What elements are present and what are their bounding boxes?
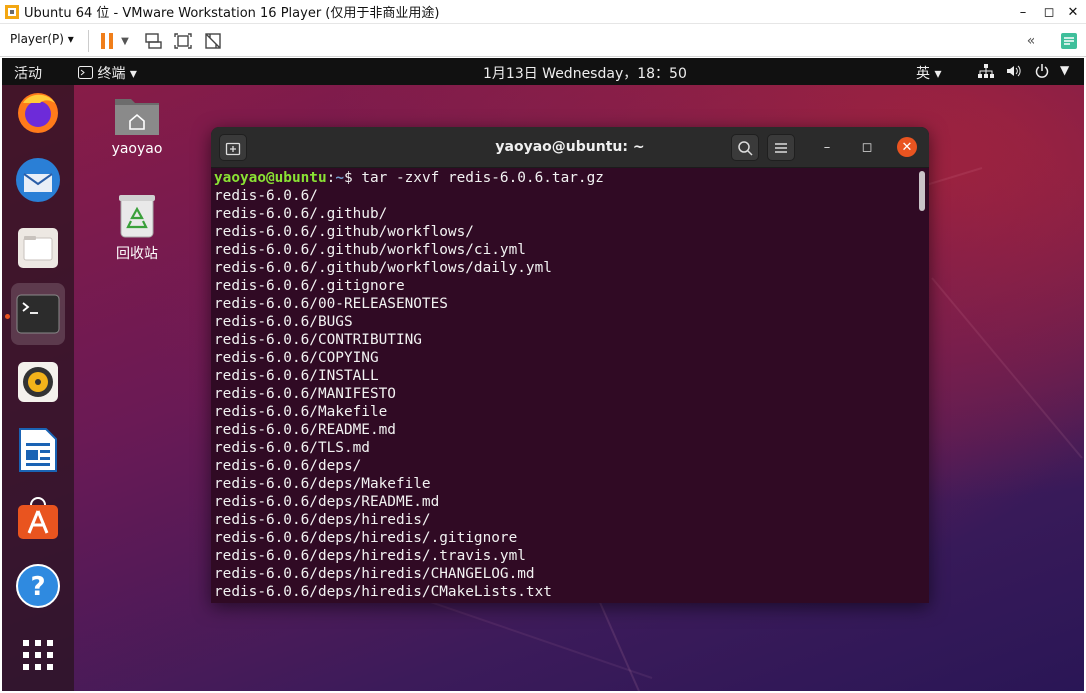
desktop-home-folder[interactable]: yaoyao: [97, 93, 177, 157]
clock[interactable]: 1月13日 Wednesday，18：50: [483, 63, 687, 83]
output-line: redis-6.0.6/deps/hiredis/CMakeLists.txt: [214, 584, 552, 600]
search-icon: [738, 140, 753, 156]
output-line: redis-6.0.6/: [214, 188, 318, 204]
output-line: redis-6.0.6/COPYING: [214, 350, 379, 366]
close-button[interactable]: ✕: [897, 137, 917, 157]
vmware-title-bar: Ubuntu 64 位 - VMware Workstation 16 Play…: [0, 0, 1086, 24]
input-method-indicator[interactable]: 英 ▾: [916, 63, 941, 83]
app-menu[interactable]: 终端 ▾: [78, 63, 137, 83]
dropdown-arrow-icon[interactable]: ▼: [118, 30, 132, 52]
toolbar-divider: [88, 30, 89, 52]
back-icon[interactable]: «: [1020, 30, 1042, 52]
output-line: redis-6.0.6/MANIFESTO: [214, 386, 396, 402]
menu-button[interactable]: [767, 134, 795, 161]
output-line: redis-6.0.6/TLS.md: [214, 440, 370, 456]
power-icon[interactable]: [1034, 63, 1050, 83]
libreoffice-writer-icon: [19, 428, 57, 472]
prompt-symbol: $: [343, 170, 362, 186]
player-menu[interactable]: Player(P) ▾: [10, 32, 74, 46]
output-line: redis-6.0.6/.github/workflows/: [214, 224, 474, 240]
guest-desktop: 活动 终端 ▾ 1月13日 Wednesday，18：50 英 ▾ ▼ ? ya…: [2, 58, 1084, 691]
output-line: redis-6.0.6/BUGS: [214, 314, 353, 330]
firefox-icon: [18, 93, 58, 133]
vmware-toolbar: Player(P) ▾ ▼ «: [0, 24, 1086, 57]
prompt-separator: :: [326, 170, 336, 186]
fullscreen-icon[interactable]: [172, 30, 194, 52]
system-menu-arrow-icon[interactable]: ▼: [1060, 63, 1069, 77]
dock-help[interactable]: ?: [11, 559, 65, 613]
dock-firefox[interactable]: [11, 85, 65, 139]
home-folder-icon: [115, 99, 159, 135]
output-line: redis-6.0.6/README.md: [214, 422, 396, 438]
prompt-path: ~: [335, 170, 344, 186]
output-line: redis-6.0.6/deps/hiredis/.gitignore: [214, 530, 518, 546]
output-line: redis-6.0.6/deps/Makefile: [214, 476, 431, 492]
pause-icon[interactable]: [96, 30, 118, 52]
terminal-output[interactable]: yaoyao@ubuntu:~$ tar -zxvf redis-6.0.6.t…: [214, 169, 914, 601]
dock-libreoffice-writer[interactable]: [11, 423, 65, 477]
maximize-button[interactable]: ◻: [857, 137, 877, 157]
terminal-icon: [16, 294, 60, 334]
output-line: redis-6.0.6/00-RELEASENOTES: [214, 296, 448, 312]
volume-icon[interactable]: [1006, 64, 1022, 82]
network-icon[interactable]: [978, 64, 994, 82]
dock-thunderbird[interactable]: [11, 153, 65, 207]
unity-icon[interactable]: [202, 30, 224, 52]
dock-show-applications[interactable]: [11, 628, 65, 682]
close-icon[interactable]: ✕: [1060, 0, 1086, 24]
thunderbird-icon: [16, 158, 60, 202]
output-line: redis-6.0.6/deps/hiredis/.travis.yml: [214, 548, 526, 564]
terminal-header-bar[interactable]: yaoyao@ubuntu: ~ – ◻ ✕: [211, 127, 929, 168]
minimize-button[interactable]: –: [817, 137, 837, 157]
maximize-icon[interactable]: ◻: [1036, 0, 1062, 24]
scrollbar-thumb[interactable]: [919, 171, 925, 211]
trash-label: 回收站: [116, 246, 158, 262]
output-line: redis-6.0.6/.github/workflows/ci.yml: [214, 242, 526, 258]
command-line: yaoyao@ubuntu:~$ tar -zxvf redis-6.0.6.t…: [214, 169, 914, 187]
message-icon[interactable]: [1058, 30, 1080, 52]
active-indicator: [5, 314, 10, 319]
software-icon: [18, 497, 58, 539]
output-line: redis-6.0.6/CONTRIBUTING: [214, 332, 422, 348]
dock: ?: [2, 85, 74, 691]
terminal-small-icon: [78, 66, 93, 79]
rhythmbox-icon: [18, 362, 58, 402]
output-line: redis-6.0.6/deps/hiredis/CHANGELOG.md: [214, 566, 535, 582]
desktop-trash[interactable]: 回收站: [97, 193, 177, 263]
svg-text:?: ?: [30, 572, 45, 602]
vmware-app-icon: [5, 4, 19, 19]
output-line: redis-6.0.6/.github/: [214, 206, 388, 222]
window-title: Ubuntu 64 位 - VMware Workstation 16 Play…: [24, 6, 440, 21]
dock-terminal[interactable]: [11, 283, 65, 345]
hamburger-icon: [775, 142, 787, 153]
minimize-icon[interactable]: –: [1010, 0, 1036, 24]
output-line: redis-6.0.6/.gitignore: [214, 278, 405, 294]
terminal-window[interactable]: yaoyao@ubuntu: ~ – ◻ ✕ yaoyao@ubuntu:~$ …: [211, 127, 929, 603]
command-text: tar -zxvf redis-6.0.6.tar.gz: [361, 170, 604, 186]
trash-icon: [119, 195, 155, 238]
output-line: redis-6.0.6/deps/hiredis/: [214, 512, 431, 528]
prompt-user: yaoyao@ubuntu: [214, 170, 327, 186]
output-line: redis-6.0.6/INSTALL: [214, 368, 379, 384]
dock-software[interactable]: [11, 491, 65, 545]
show-apps-icon: [23, 640, 53, 670]
send-ctrl-alt-del-icon[interactable]: [142, 30, 164, 52]
dock-files[interactable]: [11, 221, 65, 275]
files-icon: [18, 228, 58, 268]
activities-button[interactable]: 活动: [14, 63, 42, 83]
output-line: redis-6.0.6/Makefile: [214, 404, 388, 420]
dock-rhythmbox[interactable]: [11, 355, 65, 409]
output-line: redis-6.0.6/deps/: [214, 458, 362, 474]
output-line: redis-6.0.6/deps/README.md: [214, 494, 440, 510]
search-button[interactable]: [731, 134, 759, 161]
gnome-top-bar: 活动 终端 ▾ 1月13日 Wednesday，18：50 英 ▾ ▼: [2, 58, 1084, 85]
help-icon: ?: [16, 564, 60, 608]
output-line: redis-6.0.6/.github/workflows/daily.yml: [214, 260, 552, 276]
home-folder-label: yaoyao: [111, 141, 163, 157]
